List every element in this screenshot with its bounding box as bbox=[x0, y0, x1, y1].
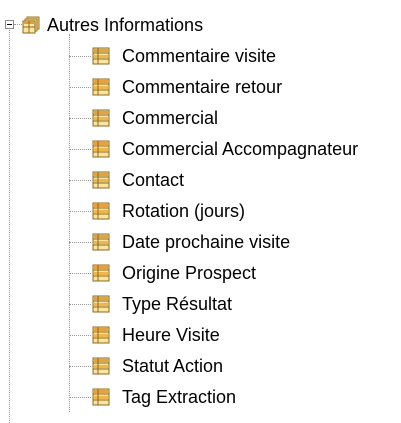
tree-node-field[interactable]: Commentaire retour bbox=[0, 71, 401, 102]
field-icon bbox=[92, 171, 110, 189]
tree-node-label: Autres Informations bbox=[47, 15, 204, 35]
field-icon bbox=[92, 233, 110, 251]
field-icon bbox=[92, 202, 110, 220]
field-icon bbox=[92, 388, 110, 406]
tree-node-field[interactable]: Statut Action bbox=[0, 350, 401, 381]
field-icon bbox=[92, 47, 110, 65]
tree-node-field[interactable]: Commercial Accompagnateur bbox=[0, 133, 401, 164]
tree-node-field[interactable]: Commentaire visite bbox=[0, 40, 401, 71]
field-icon bbox=[92, 140, 110, 158]
tree-node-label: Origine Prospect bbox=[122, 263, 257, 283]
tree-node-field[interactable]: Tag Extraction bbox=[0, 381, 401, 412]
tree-node-label: Commentaire retour bbox=[122, 77, 283, 97]
tree-node-field[interactable]: Heure Visite bbox=[0, 319, 401, 350]
tree-node-label: Date prochaine visite bbox=[122, 232, 291, 252]
field-icon bbox=[92, 109, 110, 127]
table-folder-icon bbox=[22, 16, 40, 34]
tree-node-autres-informations[interactable]: Autres Informations bbox=[0, 9, 401, 40]
tree-node-label: Commercial Accompagnateur bbox=[122, 139, 359, 159]
tree-node-field[interactable]: Type Résultat bbox=[0, 288, 401, 319]
tree-node-field[interactable]: Origine Prospect bbox=[0, 257, 401, 288]
tree-node-label: Tag Extraction bbox=[122, 387, 237, 407]
tree-node-field[interactable]: Date prochaine visite bbox=[0, 226, 401, 257]
field-icon bbox=[92, 326, 110, 344]
tree-view: Autres Informations Commentaire visite Co… bbox=[0, 0, 401, 423]
collapse-toggle-icon[interactable] bbox=[5, 20, 14, 29]
tree-node-label: Statut Action bbox=[122, 356, 224, 376]
tree-node-label: Rotation (jours) bbox=[122, 201, 246, 221]
field-icon bbox=[92, 264, 110, 282]
tree-node-label: Type Résultat bbox=[122, 294, 233, 314]
tree-node-label: Commercial bbox=[122, 108, 219, 128]
tree-node-field[interactable]: Contact bbox=[0, 164, 401, 195]
tree-node-label: Commentaire visite bbox=[122, 46, 277, 66]
tree-node-label: Contact bbox=[122, 170, 185, 190]
field-icon bbox=[92, 78, 110, 96]
tree-node-label: Heure Visite bbox=[122, 325, 220, 345]
field-icon bbox=[92, 295, 110, 313]
field-icon bbox=[92, 357, 110, 375]
tree-node-field[interactable]: Commercial bbox=[0, 102, 401, 133]
tree-node-field[interactable]: Rotation (jours) bbox=[0, 195, 401, 226]
